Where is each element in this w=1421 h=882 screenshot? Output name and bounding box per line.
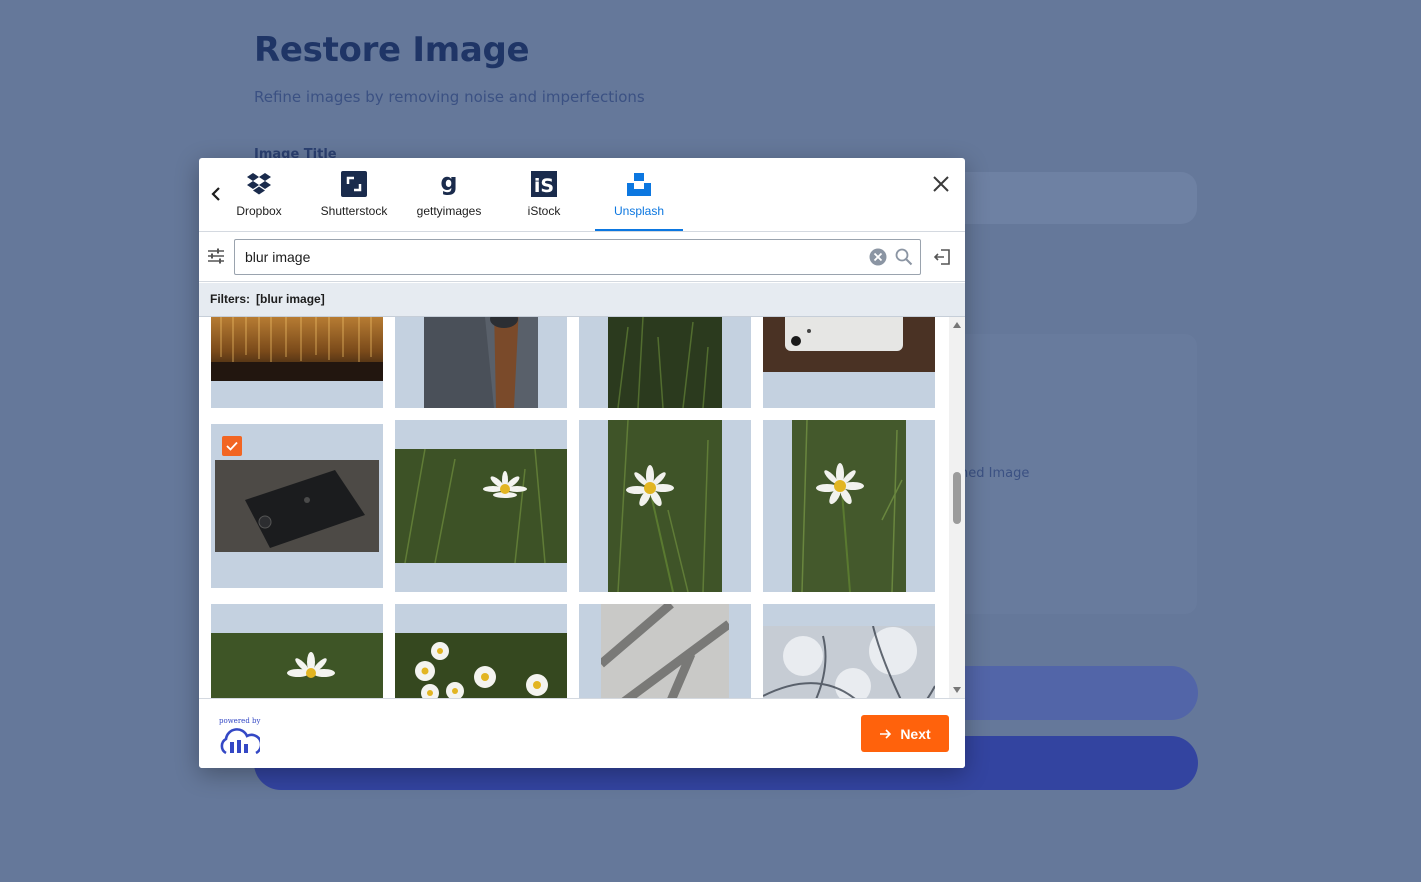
- photo-daisy: [395, 449, 567, 563]
- gettyimages-icon: g: [440, 170, 457, 196]
- istock-icon: iS: [531, 171, 557, 197]
- next-button-label: Next: [900, 725, 931, 742]
- search-button[interactable]: [895, 248, 913, 271]
- logout-icon: [933, 249, 950, 265]
- cloudinary-logo-icon: [220, 728, 260, 755]
- clear-circle-icon: [869, 248, 887, 266]
- provider-tab-bar: Dropbox Shutterstock g gettyimages iS iS…: [199, 158, 965, 232]
- magnifier-icon: [895, 248, 913, 266]
- filters-value: [blur image]: [256, 292, 325, 306]
- image-tile[interactable]: [395, 604, 567, 698]
- shutterstock-icon: [341, 171, 367, 197]
- search-input[interactable]: [245, 240, 845, 274]
- image-tile[interactable]: [579, 604, 751, 698]
- photo-white-phone: [763, 317, 935, 372]
- photo-city-lights: [211, 317, 383, 381]
- svg-text:iS: iS: [534, 175, 554, 197]
- arrow-right-icon: [880, 728, 892, 739]
- selected-checkbox[interactable]: [222, 436, 242, 456]
- photo-tree-branches: [763, 626, 935, 698]
- tab-label: Unsplash: [613, 204, 665, 218]
- photo-daisy: [792, 420, 906, 592]
- image-tile[interactable]: [211, 604, 383, 698]
- scroll-thumb[interactable]: [953, 472, 961, 524]
- close-icon: [933, 176, 949, 192]
- tab-istock[interactable]: iS iStock: [500, 158, 588, 231]
- tab-unsplash[interactable]: Unsplash: [595, 158, 683, 231]
- page-title: Restore Image: [254, 30, 530, 70]
- close-button[interactable]: [931, 174, 951, 194]
- image-tile[interactable]: [579, 420, 751, 592]
- active-filters-bar: Filters: [blur image]: [199, 283, 965, 317]
- active-tab-indicator: [595, 229, 683, 231]
- image-tile[interactable]: [579, 317, 751, 408]
- scroll-up-arrow-icon[interactable]: [953, 321, 961, 329]
- checkmark-icon: [226, 441, 238, 451]
- image-tile[interactable]: [395, 317, 567, 408]
- unsplash-icon: [627, 173, 651, 196]
- photo-daisy: [608, 420, 722, 592]
- powered-by-text: powered by: [219, 717, 261, 725]
- media-picker-modal: Dropbox Shutterstock g gettyimages iS iS…: [199, 158, 965, 768]
- photo-shadow-wall: [601, 604, 729, 698]
- tab-label: iStock: [527, 204, 561, 218]
- image-tile[interactable]: [763, 317, 935, 408]
- tab-gettyimages[interactable]: g gettyimages: [405, 158, 493, 231]
- image-tile[interactable]: [211, 317, 383, 408]
- photo-black-iphone: [215, 460, 379, 552]
- photo-daisy: [211, 633, 383, 698]
- filter-button[interactable]: [207, 247, 225, 270]
- dropbox-icon: [247, 173, 271, 195]
- image-tile[interactable]: [763, 420, 935, 592]
- svg-text:g: g: [440, 170, 457, 196]
- tab-shutterstock[interactable]: Shutterstock: [310, 158, 398, 231]
- page-subtitle: Refine images by removing noise and impe…: [254, 88, 645, 106]
- clear-search-button[interactable]: [869, 248, 887, 271]
- scroll-down-arrow-icon[interactable]: [953, 686, 961, 694]
- photo-wrist-watch: [424, 317, 538, 408]
- image-tile-selected[interactable]: [211, 424, 383, 588]
- next-button[interactable]: Next: [861, 715, 949, 752]
- search-box: [234, 239, 921, 275]
- sliders-icon: [208, 248, 224, 264]
- logout-button[interactable]: [933, 248, 951, 271]
- tab-label: gettyimages: [416, 204, 482, 218]
- image-grid: [199, 317, 965, 698]
- modal-footer: powered by Next: [199, 698, 965, 768]
- tab-label: Shutterstock: [320, 204, 388, 218]
- uploaded-image-label: ned Image: [960, 466, 1030, 481]
- filters-label: Filters:: [210, 292, 251, 306]
- photo-grass: [608, 317, 722, 408]
- image-tile[interactable]: [763, 604, 935, 698]
- tab-dropbox[interactable]: Dropbox: [215, 158, 303, 231]
- tab-label: Dropbox: [236, 204, 282, 218]
- image-tile[interactable]: [395, 420, 567, 592]
- search-bar: [199, 232, 965, 282]
- photo-daisies: [395, 633, 567, 698]
- grid-scrollbar[interactable]: [949, 317, 965, 698]
